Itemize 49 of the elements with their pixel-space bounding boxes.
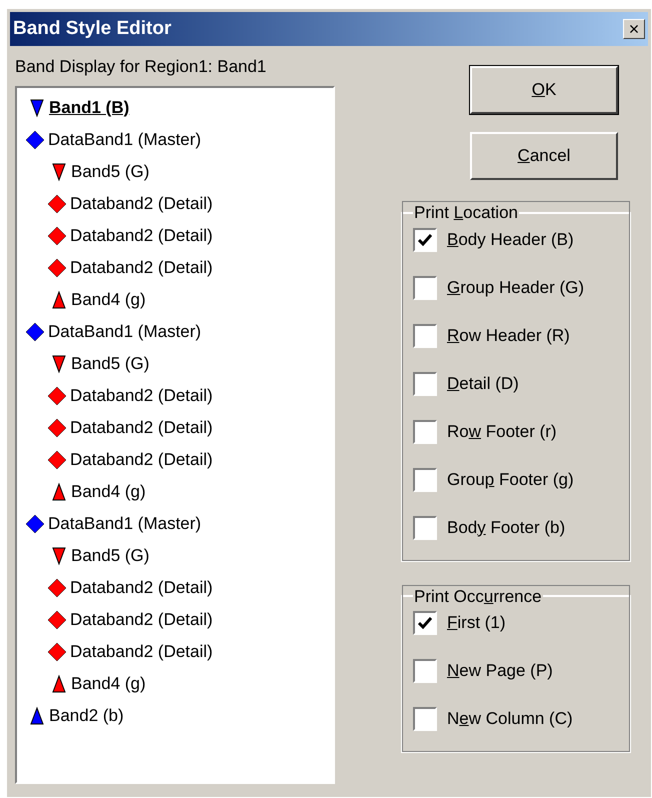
tree-item[interactable]: Band4 (g) [71, 286, 146, 312]
checkbox-label: Row Header (R) [447, 324, 570, 347]
checkbox[interactable] [413, 372, 437, 396]
checkbox[interactable] [413, 611, 437, 635]
tree-item[interactable]: Band5 (G) [71, 350, 150, 376]
dialog-button[interactable]: Cancel [470, 132, 618, 180]
checkbox-label: Group Footer (g) [447, 468, 574, 491]
group-title: Print Occurrence [413, 586, 543, 608]
tree-item[interactable]: Databand2 (Detail) [70, 222, 213, 248]
tree-item[interactable]: Band4 (g) [71, 478, 146, 504]
tree-item[interactable]: Databand2 (Detail) [70, 190, 213, 216]
tree-label: Band Display for Region1: Band1 [15, 56, 268, 78]
checkbox[interactable] [413, 276, 437, 300]
tree-item[interactable]: Databand2 (Detail) [70, 638, 213, 664]
checkbox[interactable] [413, 228, 437, 252]
tree-item[interactable]: Band5 (G) [71, 158, 150, 184]
checkbox-label: Body Header (B) [447, 228, 574, 251]
checkbox[interactable] [413, 420, 437, 444]
checkbox[interactable] [413, 516, 437, 540]
checkbox-label: New Column (C) [447, 708, 573, 730]
checkbox-label: Row Footer (r) [447, 420, 557, 443]
window-title: Band Style Editor [13, 16, 172, 41]
checkbox[interactable] [413, 468, 437, 492]
tree-item[interactable]: Databand2 (Detail) [70, 382, 213, 408]
checkbox-label: First (1) [447, 612, 506, 634]
checkbox[interactable] [413, 707, 437, 731]
group-title: Print Location [413, 202, 519, 224]
checkmark-icon [418, 617, 432, 629]
tree-item[interactable]: Band1 (B) [49, 94, 130, 120]
checkbox[interactable] [413, 324, 437, 348]
tree-item[interactable]: Band2 (b) [49, 702, 124, 728]
tree-item[interactable]: DataBand1 (Master) [48, 318, 202, 344]
tree-item[interactable]: Databand2 (Detail) [70, 606, 213, 632]
checkbox-label: New Page (P) [447, 660, 553, 682]
tree-item[interactable]: Databand2 (Detail) [70, 446, 213, 472]
checkbox-label: Detail (D) [447, 372, 519, 395]
checkbox[interactable] [413, 659, 437, 683]
tree-item[interactable]: Band5 (G) [71, 542, 150, 568]
tree-item[interactable]: DataBand1 (Master) [48, 126, 202, 152]
tree-item[interactable]: DataBand1 (Master) [48, 510, 202, 536]
tree-item[interactable]: Databand2 (Detail) [70, 414, 213, 440]
checkbox-label: Body Footer (b) [447, 516, 566, 539]
tree-item[interactable]: Databand2 (Detail) [70, 254, 213, 280]
checkbox-label: Group Header (G) [447, 276, 584, 299]
dialog-button[interactable]: OK [470, 66, 618, 114]
tree-item[interactable]: Band4 (g) [71, 670, 146, 696]
checkmark-icon [418, 234, 432, 246]
close-button[interactable]: × [623, 19, 645, 39]
tree-item[interactable]: Databand2 (Detail) [70, 574, 213, 600]
